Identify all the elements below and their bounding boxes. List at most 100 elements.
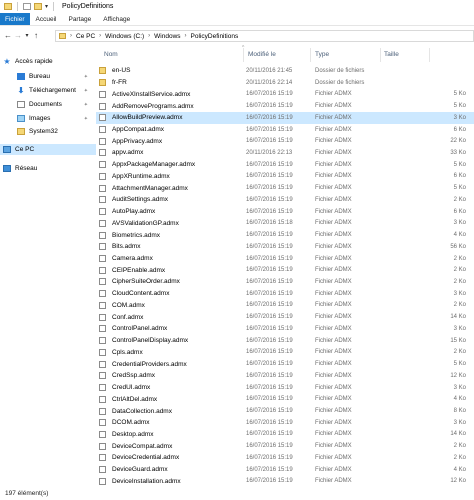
file-row[interactable]: Bits.admx 16/07/2016 15:19 Fichier ADMX 56 … [96, 241, 474, 253]
file-row[interactable]: CtrlAltDel.admx 16/07/2016 15:19 Fichier A… [96, 393, 474, 405]
file-row[interactable]: AttachmentManager.admx 16/07/2016 15:19 Fi… [96, 182, 474, 194]
file-size: 2 Ko [453, 278, 466, 285]
address-bar[interactable]: › Ce PC › Windows (C:) › Windows › Polic… [55, 30, 474, 42]
column-header-name[interactable]: Nom [104, 46, 118, 62]
file-row[interactable]: appv.admx 20/11/2016 22:13 Fichier ADMX 33 … [96, 147, 474, 159]
file-row[interactable]: DCOM.admx 16/07/2016 15:19 Fichier ADMX 3 K… [96, 417, 474, 429]
file-row[interactable]: AppPrivacy.admx 16/07/2016 15:19 Fichier A… [96, 135, 474, 147]
file-row[interactable]: AppxPackageManager.admx 16/07/2016 15:19 F… [96, 159, 474, 171]
column-header-size[interactable]: Taille [384, 46, 399, 62]
nav-images[interactable]: Images ✦ [0, 113, 96, 124]
file-row[interactable]: AppCompat.admx 16/07/2016 15:19 Fichier AD… [96, 124, 474, 136]
file-row[interactable]: DeviceCompat.admx 16/07/2016 15:19 Fichier… [96, 440, 474, 452]
file-row[interactable]: en-US 20/11/2016 21:45 Dossier de fichiers [96, 65, 474, 77]
nav-desktop[interactable]: Bureau ✦ [0, 71, 96, 82]
file-row[interactable]: ActiveXInstallService.admx 16/07/2016 15:… [96, 88, 474, 100]
file-date: 16/07/2016 15:19 [246, 314, 293, 321]
pin-icon[interactable]: ✦ [84, 74, 88, 80]
nav-downloads[interactable]: ⬇ Téléchargement ✦ [0, 85, 96, 96]
recent-locations-icon[interactable]: ▾ [23, 32, 31, 39]
file-name: AppXRuntime.admx [112, 172, 170, 180]
column-divider[interactable] [243, 48, 244, 62]
file-row[interactable]: CloudContent.admx 16/07/2016 15:19 Fichier… [96, 288, 474, 300]
file-row[interactable]: AppXRuntime.admx 16/07/2016 15:19 Fichier … [96, 171, 474, 183]
new-folder-icon[interactable] [34, 3, 42, 10]
tab-share[interactable]: Partage [62, 13, 97, 25]
up-arrow-icon[interactable]: ↑ [31, 31, 41, 40]
tab-view[interactable]: Affichage [97, 13, 136, 25]
file-row[interactable]: CredUI.admx 16/07/2016 15:19 Fichier ADMX 3… [96, 382, 474, 394]
file-date: 16/07/2016 15:19 [246, 114, 293, 121]
file-row[interactable]: Cpls.admx 16/07/2016 15:19 Fichier ADMX 2 K… [96, 347, 474, 359]
file-row[interactable]: AVSValidationGP.admx 16/07/2016 15:18 Fich… [96, 217, 474, 229]
column-header-date[interactable]: Modifié le [248, 46, 276, 62]
file-name: appv.admx [112, 149, 144, 157]
file-size: 5 Ko [453, 103, 466, 110]
nav-network[interactable]: Réseau [0, 163, 96, 174]
column-divider[interactable] [310, 48, 311, 62]
chevron-right-icon[interactable]: › [99, 33, 101, 39]
file-row[interactable]: AuditSettings.admx 16/07/2016 15:19 Fichie… [96, 194, 474, 206]
breadcrumb-windows[interactable]: Windows [154, 33, 180, 40]
forward-arrow-icon[interactable]: → [13, 31, 23, 40]
file-row[interactable]: fr-FR 20/11/2016 22:14 Dossier de fichiers [96, 77, 474, 89]
file-row[interactable]: CipherSuiteOrder.admx 16/07/2016 15:19 Fic… [96, 276, 474, 288]
column-divider[interactable] [429, 48, 430, 62]
file-date: 16/07/2016 15:19 [246, 91, 293, 98]
nav-system32[interactable]: System32 [0, 126, 96, 137]
file-row[interactable]: Biometrics.admx 16/07/2016 15:19 Fichier A… [96, 229, 474, 241]
back-arrow-icon[interactable]: ← [3, 31, 13, 40]
pin-icon[interactable]: ✦ [84, 116, 88, 122]
tab-file[interactable]: Fichier [0, 13, 30, 25]
file-row[interactable]: ControlPanelDisplay.admx 16/07/2016 15:19… [96, 335, 474, 347]
file-type: Fichier ADMX [315, 325, 352, 332]
nav-documents[interactable]: Documents ✦ [0, 99, 96, 110]
file-icon [99, 90, 106, 98]
file-size: 2 Ko [453, 454, 466, 461]
column-divider[interactable] [380, 48, 381, 62]
tab-home[interactable]: Accueil [30, 13, 63, 25]
file-type: Fichier ADMX [315, 232, 352, 239]
file-row[interactable]: CredSsp.admx 16/07/2016 15:19 Fichier ADMX… [96, 370, 474, 382]
file-date: 16/07/2016 15:19 [246, 443, 293, 450]
file-row[interactable]: COM.admx 16/07/2016 15:19 Fichier ADMX 2 Ko [96, 300, 474, 312]
file-type: Fichier ADMX [315, 419, 352, 426]
file-row[interactable]: AutoPlay.admx 16/07/2016 15:19 Fichier ADM… [96, 206, 474, 218]
pin-icon[interactable]: ✦ [84, 102, 88, 108]
file-row[interactable]: DeviceGuard.admx 16/07/2016 15:19 Fichier … [96, 464, 474, 476]
file-row[interactable]: AllowBuildPreview.admx 16/07/2016 15:19 Fi… [96, 111, 474, 124]
file-type: Fichier ADMX [315, 337, 352, 344]
breadcrumb-this-pc[interactable]: Ce PC [76, 33, 95, 40]
breadcrumb-policydefinitions[interactable]: PolicyDefinitions [191, 33, 239, 40]
file-row[interactable]: DeviceCredential.admx 16/07/2016 15:19 Fic… [96, 452, 474, 464]
chevron-right-icon[interactable]: › [70, 33, 72, 39]
chevron-right-icon[interactable]: › [148, 33, 150, 39]
nav-quick-access[interactable]: ★ Accès rapide [0, 56, 96, 67]
pin-icon[interactable]: ✦ [84, 88, 88, 94]
file-icon [99, 114, 106, 122]
file-type: Fichier ADMX [315, 196, 352, 203]
file-row[interactable]: Conf.admx 16/07/2016 15:19 Fichier ADMX 14 … [96, 311, 474, 323]
nav-this-pc[interactable]: Ce PC [0, 144, 96, 155]
breadcrumb-drive-c[interactable]: Windows (C:) [105, 33, 144, 40]
file-row[interactable]: CredentialProviders.admx 16/07/2016 15:19… [96, 358, 474, 370]
properties-icon[interactable] [23, 3, 31, 10]
file-icon [99, 219, 106, 227]
file-type: Fichier ADMX [315, 173, 352, 180]
chevron-right-icon[interactable]: › [185, 33, 187, 39]
file-row[interactable]: DeviceInstallation.admx 16/07/2016 15:19 F… [96, 476, 474, 488]
file-row[interactable]: ControlPanel.admx 16/07/2016 15:19 Fichier… [96, 323, 474, 335]
customize-toolbar-icon[interactable]: ▾ [45, 3, 48, 10]
column-header-type[interactable]: Type [315, 46, 329, 62]
file-name: Cpls.admx [112, 348, 143, 356]
file-size: 3 Ko [453, 290, 466, 297]
file-row[interactable]: AddRemovePrograms.admx 16/07/2016 15:19 Fi… [96, 100, 474, 112]
file-size: 2 Ko [453, 349, 466, 356]
file-date: 16/07/2016 15:19 [246, 255, 293, 262]
file-row[interactable]: CEIPEnable.admx 16/07/2016 15:19 Fichier A… [96, 264, 474, 276]
file-row[interactable]: Desktop.admx 16/07/2016 15:19 Fichier ADMX… [96, 429, 474, 441]
file-icon [99, 208, 106, 216]
file-row[interactable]: DataCollection.admx 16/07/2016 15:19 Fichi… [96, 405, 474, 417]
file-icon [99, 243, 106, 251]
file-row[interactable]: Camera.admx 16/07/2016 15:19 Fichier ADMX 2… [96, 253, 474, 265]
